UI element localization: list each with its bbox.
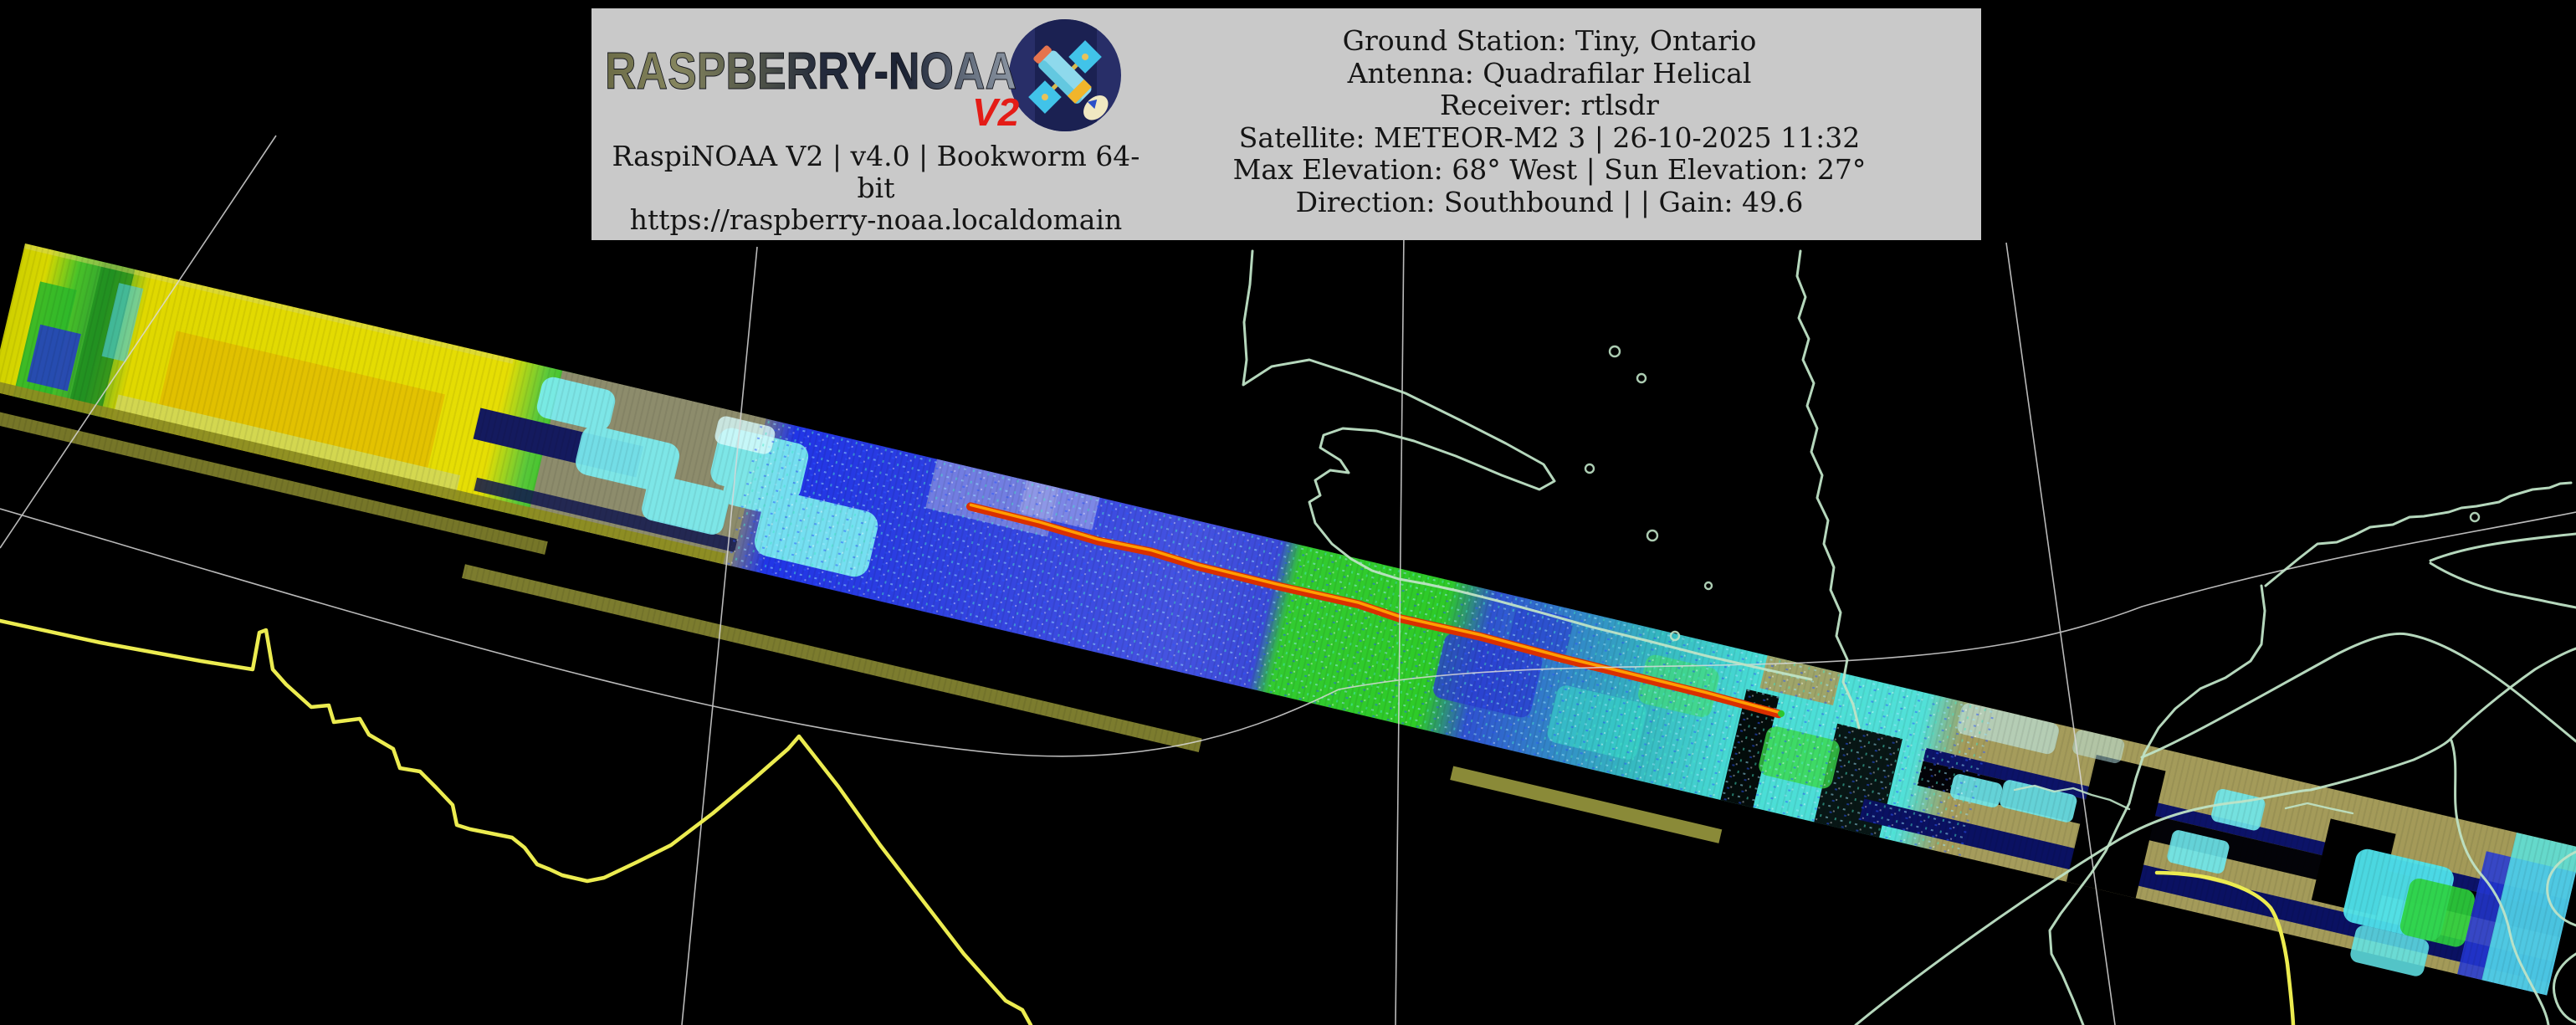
receiver-line: Receiver: rtlsdr [1440, 90, 1659, 122]
coastline-corner-3 [2553, 954, 2576, 1022]
border-left [0, 621, 1031, 1025]
coastline-georgian-bay-east [1797, 251, 1859, 728]
logo: RASPBERRY-NOAA V2 [600, 8, 1152, 151]
satellite-badge-icon [1009, 13, 1131, 143]
meridian-line [2006, 243, 2115, 1025]
ground-station-line: Ground Station: Tiny, Ontario [1343, 25, 1757, 58]
coastline-river-north [2266, 483, 2571, 586]
swath-band [0, 243, 2576, 1007]
lake-lens-upper [2430, 534, 2576, 561]
elevation-line: Max Elevation: 68° West | Sun Elevation:… [1233, 154, 1867, 187]
coastline-arc [2142, 633, 2576, 757]
satellite-line: Satellite: METEOR-M2 3 | 26-10-2025 11:3… [1239, 122, 1860, 155]
satellite-swath [0, 237, 2576, 1025]
direction-gain-line: Direction: Southbound | | Gain: 49.6 [1296, 187, 1804, 219]
system-info-line: RaspiNOAA V2 | v4.0 | Bookworm 64- [612, 141, 1140, 173]
satellite-pass-capture: RASPBERRY-NOAA V2 RaspiNOAA V2 | v4.0 | … [0, 0, 2576, 1025]
lake-lens-lower [2430, 563, 2576, 607]
header-panel: RASPBERRY-NOAA V2 RaspiNOAA V2 | v4.0 | … [592, 8, 1981, 240]
antenna-line: Antenna: Quadrafilar Helical [1348, 58, 1752, 90]
logo-title: RASPBERRY-NOAA [605, 43, 1017, 100]
island-outlines [1585, 346, 2479, 640]
system-info-url: https://raspberry-noaa.localdomain [630, 204, 1123, 237]
logo-version: V2 [972, 90, 1020, 134]
system-info-line: bit [858, 172, 895, 205]
